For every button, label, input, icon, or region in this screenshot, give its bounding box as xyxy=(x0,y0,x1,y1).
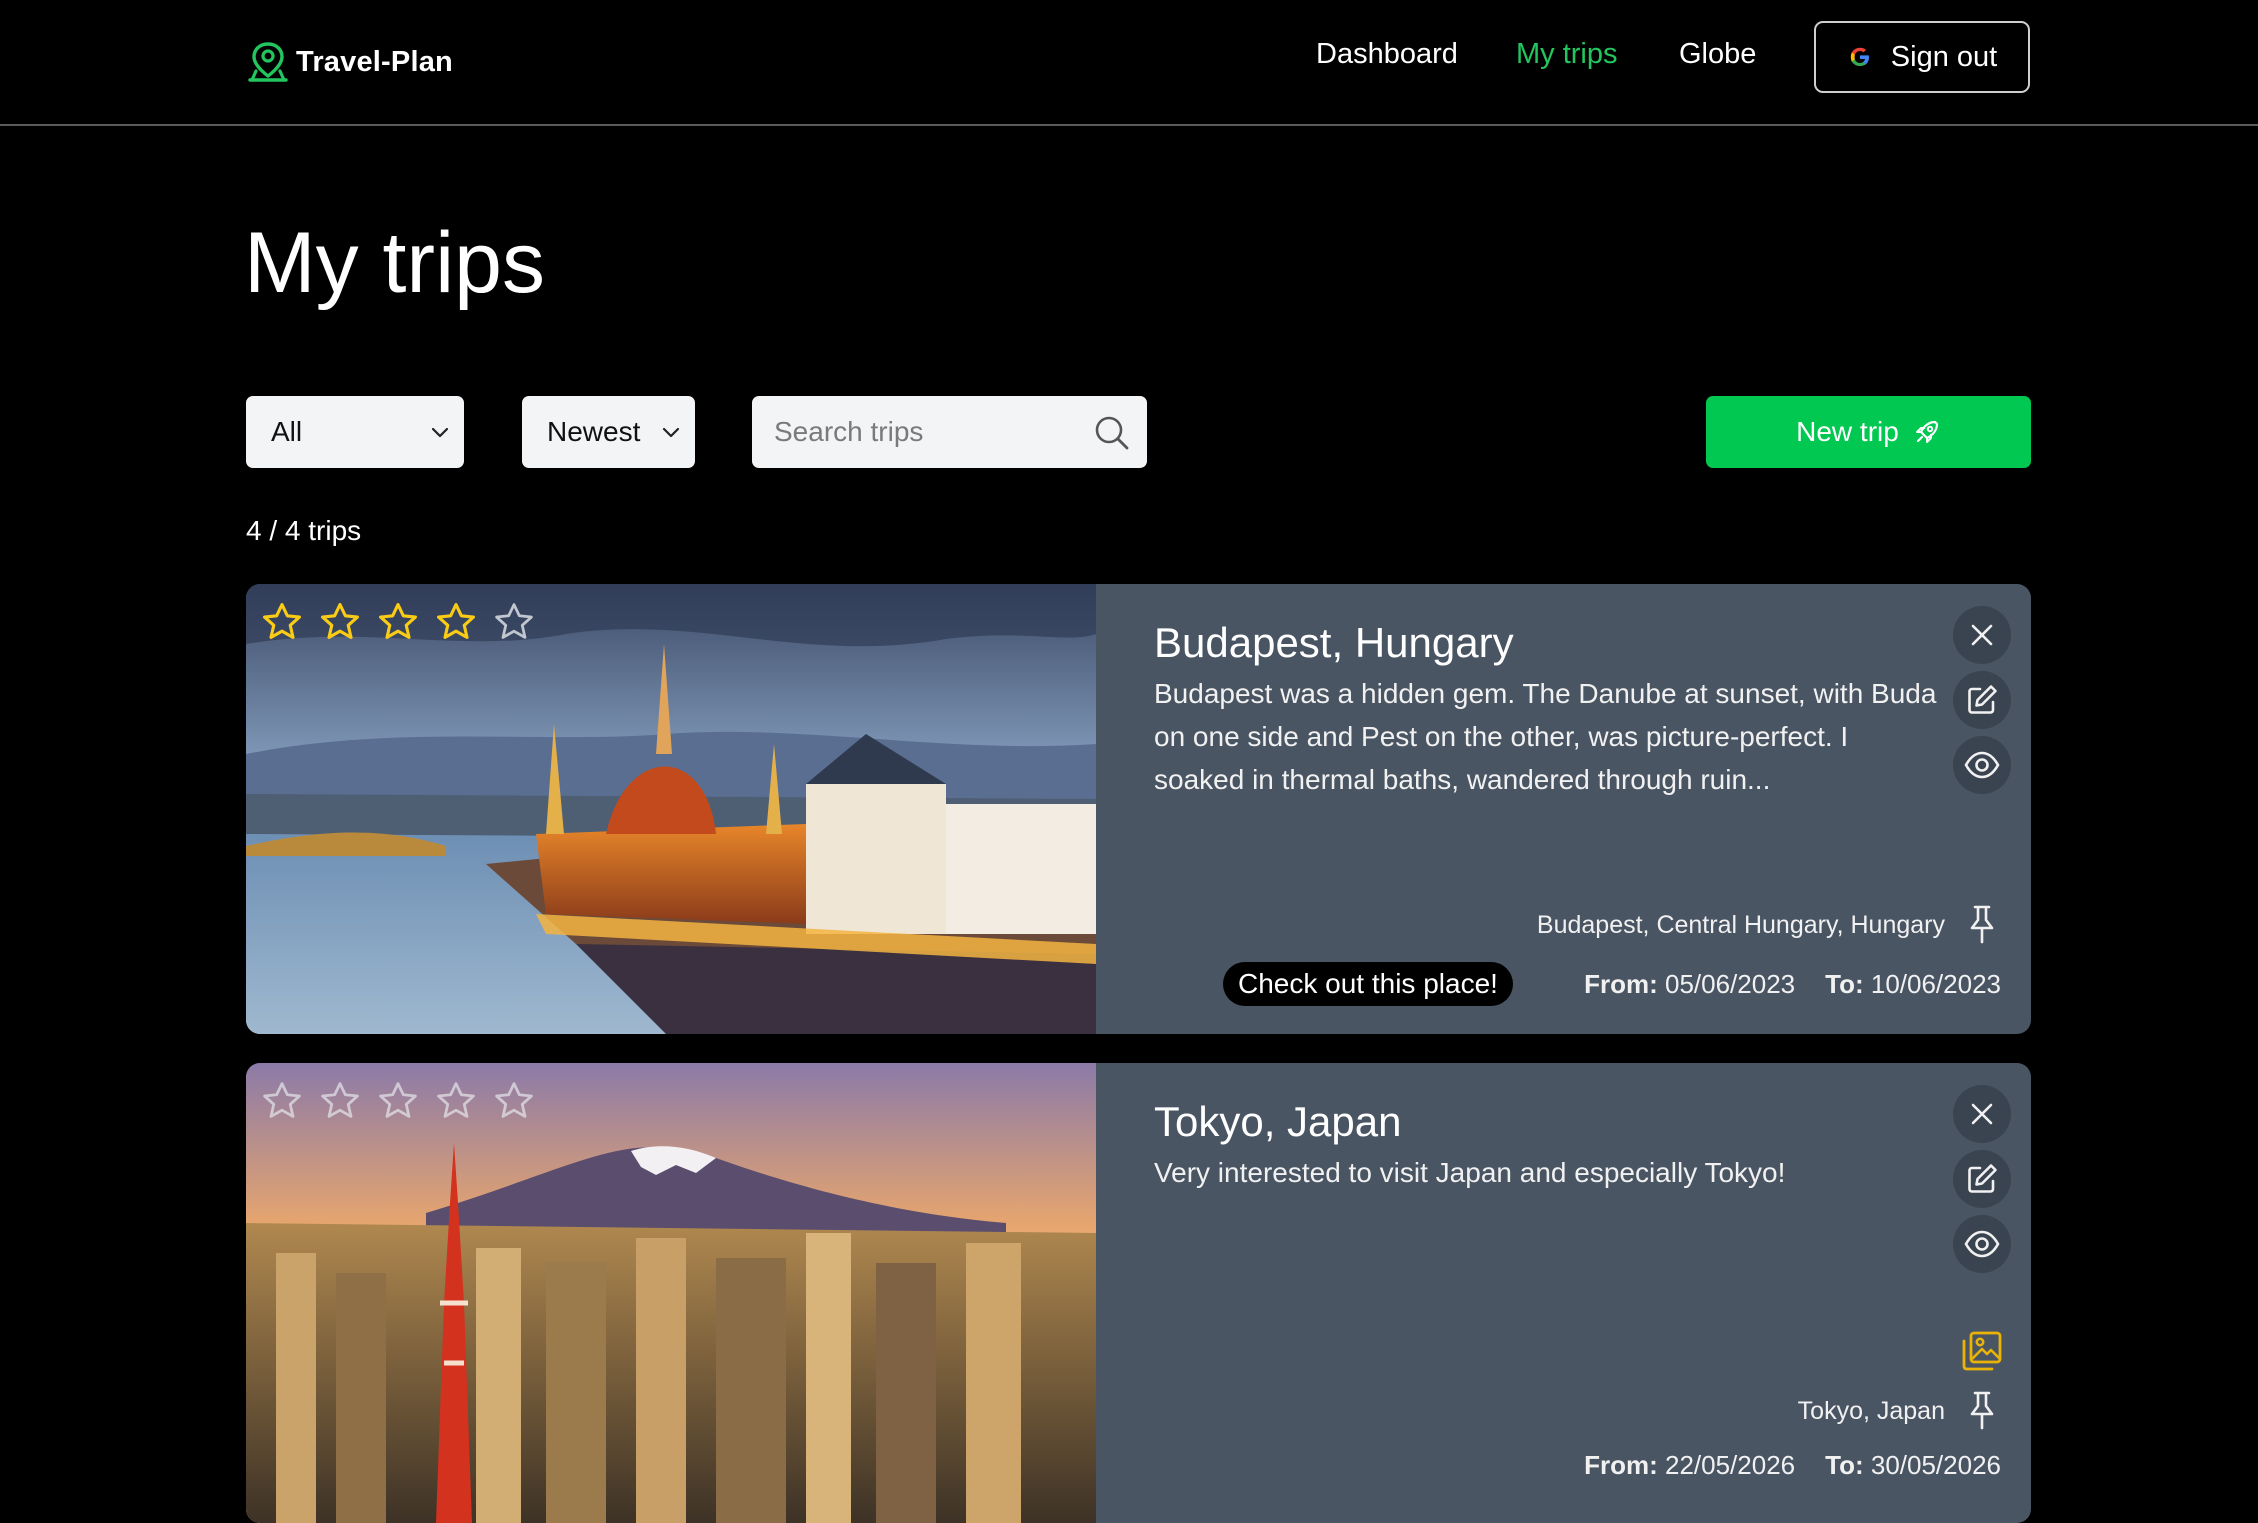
new-trip-button[interactable]: New trip xyxy=(1706,396,2031,468)
star-empty-icon[interactable] xyxy=(434,1079,478,1123)
edit-icon xyxy=(1968,1164,1997,1193)
trip-photo-budapest xyxy=(246,584,1096,1034)
search-placeholder: Search trips xyxy=(774,416,924,447)
pin-icon[interactable] xyxy=(1964,904,2000,944)
trip-location: Budapest, Central Hungary, Hungary xyxy=(1536,911,1945,939)
trip-to: To: 30/05/2026 xyxy=(1825,1450,2001,1480)
new-trip-label: New trip xyxy=(1796,416,1899,447)
edit-trip-button[interactable] xyxy=(1953,1150,2011,1208)
rating-stars xyxy=(260,1079,536,1123)
chevron-down-icon xyxy=(431,427,449,438)
delete-trip-button[interactable] xyxy=(1953,1085,2011,1143)
trip-card[interactable]: Budapest, Hungary Budapest was a hidden … xyxy=(246,584,2031,1034)
star-filled-icon[interactable] xyxy=(376,600,420,644)
close-icon xyxy=(1971,624,1993,646)
close-icon xyxy=(1971,1103,1993,1125)
brand-link[interactable]: Travel-Plan xyxy=(246,34,453,90)
trip-description: Very interested to visit Japan and espec… xyxy=(1154,1157,1786,1188)
rocket-icon xyxy=(1915,420,1938,443)
top-nav-bar: Travel-Plan Dashboard My trips Globe Sig… xyxy=(0,0,2258,126)
sign-out-label: Sign out xyxy=(1890,40,1998,73)
star-filled-icon[interactable] xyxy=(318,600,362,644)
chevron-down-icon xyxy=(662,427,680,438)
trip-title[interactable]: Tokyo, Japan xyxy=(1154,1097,1402,1147)
trip-title[interactable]: Budapest, Hungary xyxy=(1154,618,1514,668)
trip-dates: From: 22/05/2026 To: 30/05/2026 xyxy=(1584,1450,2001,1481)
star-empty-icon[interactable] xyxy=(492,600,536,644)
category-select-value: All xyxy=(271,416,303,447)
eye-icon xyxy=(1964,751,2000,779)
budapest-photo xyxy=(246,584,1096,1034)
trip-location: Tokyo, Japan xyxy=(1797,1397,1945,1425)
star-filled-icon[interactable] xyxy=(434,600,478,644)
nav-my-trips[interactable]: My trips xyxy=(1516,38,1618,71)
trip-from: From: 22/05/2026 xyxy=(1584,1450,1796,1480)
page-title: My trips xyxy=(244,215,545,311)
search-icon[interactable] xyxy=(1093,414,1131,452)
trip-photo-tokyo xyxy=(246,1063,1096,1523)
nav-dashboard[interactable]: Dashboard xyxy=(1316,38,1458,71)
trip-description: Budapest was a hidden gem. The Danube at… xyxy=(1154,678,1937,795)
google-icon xyxy=(1850,47,1869,66)
star-empty-icon[interactable] xyxy=(318,1079,362,1123)
recommendation-badge: Check out this place! xyxy=(1223,962,1513,1006)
search-input[interactable]: Search trips xyxy=(752,396,1147,468)
sort-select-value: Newest xyxy=(547,416,641,447)
gallery-icon[interactable] xyxy=(1960,1329,2004,1373)
trip-to: To: 10/06/2023 xyxy=(1825,969,2001,999)
star-empty-icon[interactable] xyxy=(376,1079,420,1123)
delete-trip-button[interactable] xyxy=(1953,606,2011,664)
edit-trip-button[interactable] xyxy=(1953,671,2011,729)
trip-from: From: 05/06/2023 xyxy=(1584,969,1796,999)
tokyo-photo xyxy=(246,1063,1096,1523)
trip-count: 4 / 4 trips xyxy=(246,515,362,546)
trip-card[interactable]: Tokyo, Japan Very interested to visit Ja… xyxy=(246,1063,2031,1523)
star-empty-icon[interactable] xyxy=(260,1079,304,1123)
view-trip-button[interactable] xyxy=(1953,736,2011,794)
nav-globe[interactable]: Globe xyxy=(1679,38,1756,71)
view-trip-button[interactable] xyxy=(1953,1215,2011,1273)
brand-name: Travel-Plan xyxy=(296,45,453,78)
map-pin-user-icon xyxy=(248,42,288,82)
trip-dates: From: 05/06/2023 To: 10/06/2023 xyxy=(1584,969,2001,1000)
eye-icon xyxy=(1964,1230,2000,1258)
edit-icon xyxy=(1968,685,1997,714)
star-filled-icon[interactable] xyxy=(260,600,304,644)
rating-stars xyxy=(260,600,536,644)
category-select[interactable]: All xyxy=(246,396,464,468)
sign-out-button[interactable]: Sign out xyxy=(1814,21,2030,93)
star-empty-icon[interactable] xyxy=(492,1079,536,1123)
pin-icon[interactable] xyxy=(1964,1390,2000,1430)
sort-select[interactable]: Newest xyxy=(522,396,695,468)
